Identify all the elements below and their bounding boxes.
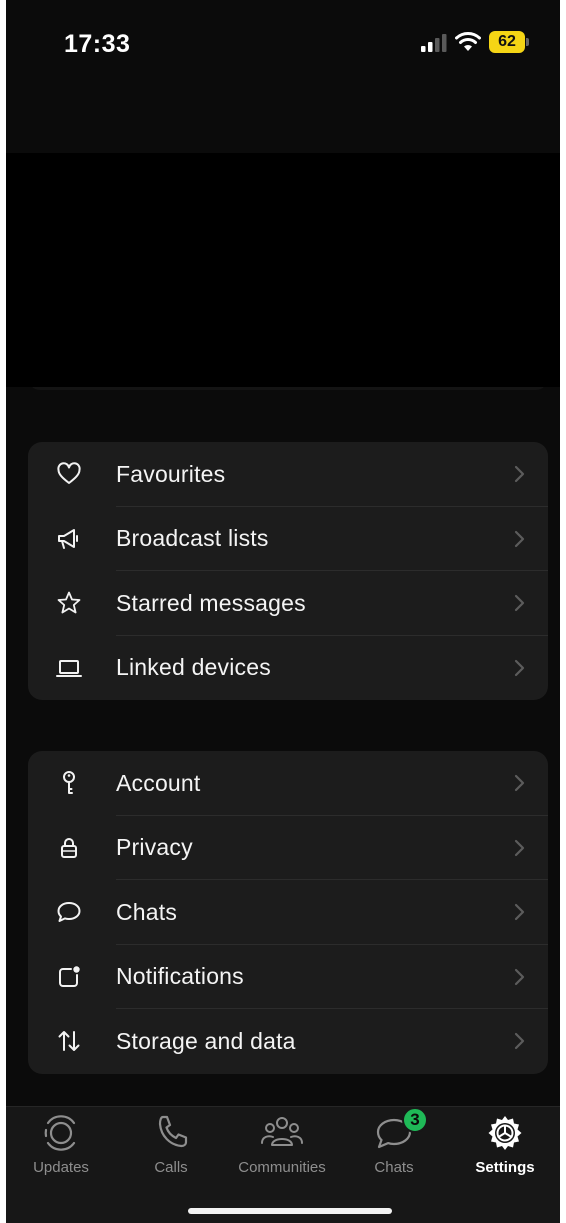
cellular-signal-icon [421,34,447,52]
settings-row-label: Starred messages [116,589,306,616]
tab-settings[interactable]: Settings [450,1107,560,1187]
tab-label: Chats [374,1159,414,1176]
unread-badge: 3 [402,1107,428,1133]
updates-icon [39,1113,83,1153]
tab-label: Communities [238,1159,326,1176]
settings-group-features: Favourites Broadcast lists Starred messa… [28,442,548,700]
settings-row-notifications[interactable]: Notifications [28,945,548,1009]
laptop-icon [54,653,84,683]
redacted-profile-area [6,153,560,387]
megaphone-icon [54,524,84,554]
settings-gear-icon [483,1113,527,1153]
lock-icon [54,833,84,863]
chevron-right-icon [514,595,525,612]
tab-label: Updates [33,1159,89,1176]
settings-row-label: Notifications [116,963,244,990]
settings-row-linked-devices[interactable]: Linked devices [28,636,548,701]
chevron-right-icon [514,1033,525,1050]
battery-tip [526,38,529,46]
tab-communities[interactable]: Communities [227,1107,337,1187]
settings-row-label: Account [116,769,201,796]
settings-row-label: Favourites [116,460,226,487]
settings-row-privacy[interactable]: Privacy [28,816,548,880]
chevron-right-icon [514,775,525,792]
chevron-right-icon [514,968,525,985]
arrows-up-down-icon [54,1026,84,1056]
settings-row-label: Chats [116,898,178,925]
settings-row-label: Privacy [116,834,193,861]
settings-row-storage-and-data[interactable]: Storage and data [28,1009,548,1074]
chevron-right-icon [514,530,525,547]
settings-row-label: Linked devices [116,654,271,681]
settings-row-starred-messages[interactable]: Starred messages [28,571,548,636]
chevron-right-icon [514,466,525,483]
key-icon [54,768,84,798]
wifi-icon [455,32,481,51]
tab-label: Calls [154,1159,188,1176]
chat-bubble-icon [54,897,84,927]
settings-group-preferences: Account Privacy Chats Notifications Stor… [28,751,548,1074]
battery-indicator: 62 [489,31,525,53]
notification-icon [54,962,84,992]
tab-calls[interactable]: Calls [116,1107,226,1187]
tab-updates[interactable]: Updates [6,1107,116,1187]
status-bar: 17:33 62 [6,0,560,90]
settings-row-favourites[interactable]: Favourites [28,442,548,507]
settings-row-broadcast-lists[interactable]: Broadcast lists [28,507,548,571]
chevron-right-icon [514,839,525,856]
settings-row-account[interactable]: Account [28,751,548,816]
chevron-right-icon [514,904,525,921]
settings-row-label: Broadcast lists [116,525,269,552]
phone-screen: 17:33 62 Favourites Broadcast lists Star… [6,0,560,1223]
communities-icon [260,1113,304,1153]
bottom-tab-bar: Updates Calls Communities 3 Chats Settin… [6,1106,560,1223]
chats-icon: 3 [372,1107,428,1153]
chevron-right-icon [514,659,525,676]
heart-icon [54,459,84,489]
star-icon [54,588,84,618]
settings-row-chats[interactable]: Chats [28,880,548,945]
home-indicator[interactable] [188,1208,392,1214]
phone-icon [149,1113,193,1153]
settings-row-label: Storage and data [116,1027,296,1054]
tab-chats[interactable]: 3 Chats [339,1107,449,1187]
tab-label: Settings [475,1159,535,1176]
status-time: 17:33 [64,30,131,58]
